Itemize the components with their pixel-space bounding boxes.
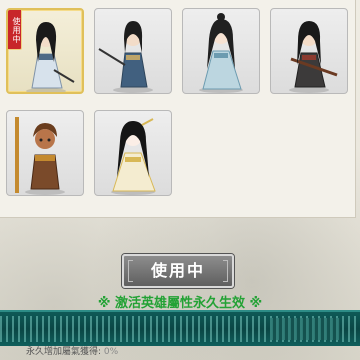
footer-label: 永久增加屬氣獲得: [26,347,102,357]
hero-card-1[interactable]: 使用中 [6,8,84,94]
hero-card-2[interactable] [94,8,172,94]
hero-card-3[interactable] [182,8,260,94]
hero-card-5[interactable] [6,110,84,196]
hero-card-6[interactable] [94,110,172,196]
hero-skin-panel: 使用中 [0,0,356,218]
in-use-tag: 使用中 [8,10,22,50]
band-scroll-ornament [270,318,340,340]
in-use-button[interactable]: 使用中 [122,254,234,288]
footer-bonus: 永久增加屬氣獲得: 0% [26,344,118,357]
effect-description: ※ 激活英雄屬性永久生效 ※ [97,296,263,311]
decorative-band [0,310,360,346]
hero-portrait-3 [199,13,243,93]
footer-value: 0% [103,347,119,357]
hero-portrait-4 [289,21,338,93]
hero-card-4[interactable] [270,8,348,94]
hero-portrait-2 [98,21,153,93]
hero-portrait-5 [15,117,65,195]
hero-portrait-6 [111,118,156,195]
